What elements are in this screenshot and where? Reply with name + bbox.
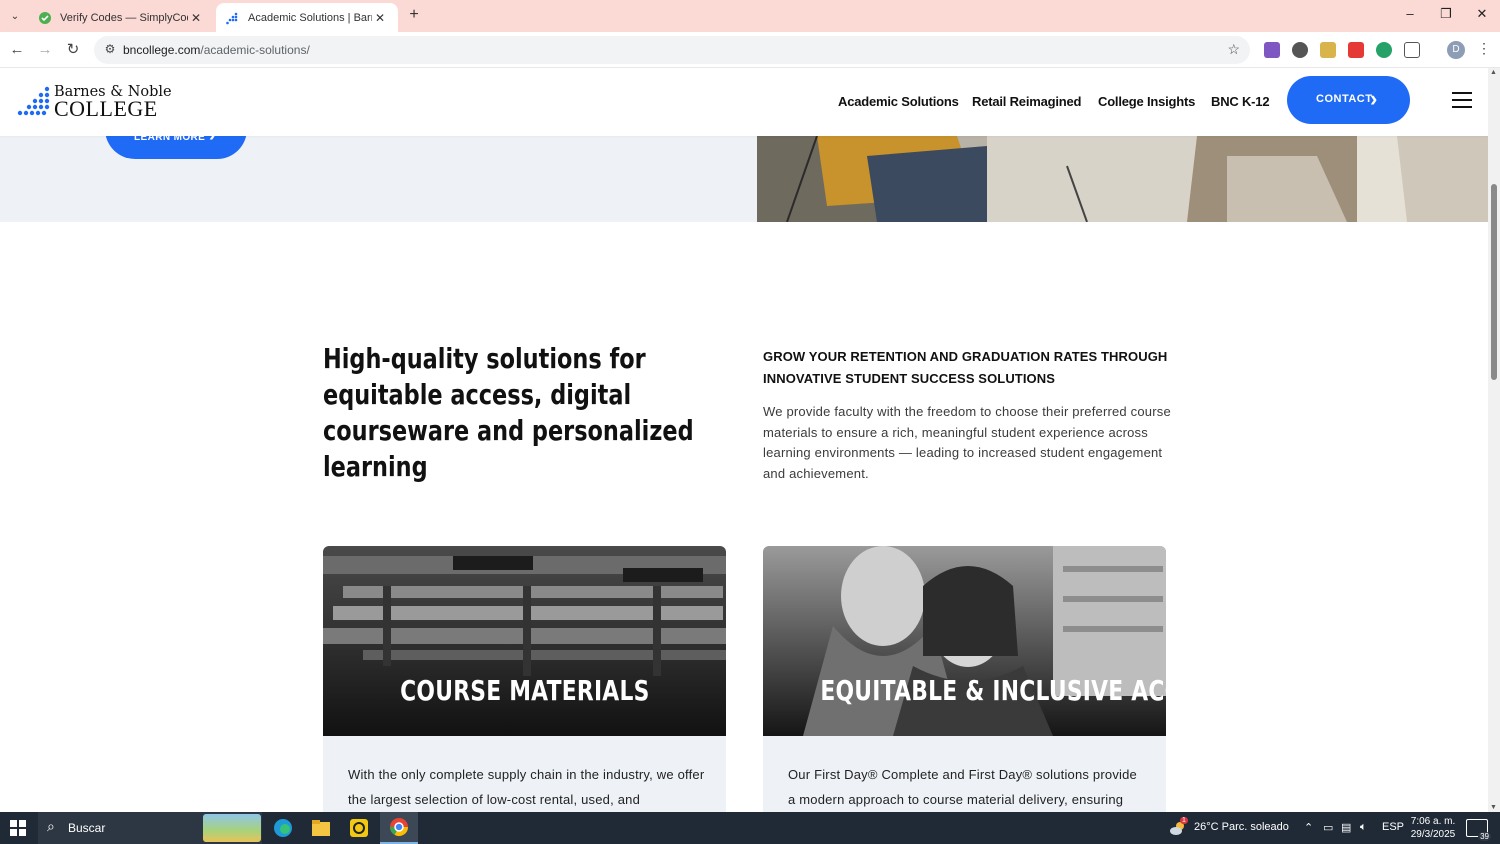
notification-count: 39 [1478, 832, 1491, 841]
simplycodes-favicon-icon [39, 11, 51, 24]
hamburger-menu-icon[interactable] [1452, 92, 1472, 108]
contact-button[interactable]: CONTACT › [1287, 76, 1410, 124]
search-icon: ⌕ [47, 818, 55, 834]
minimize-icon[interactable]: – [1400, 6, 1420, 21]
page-scrollbar[interactable]: ▲ ▼ [1488, 68, 1500, 812]
extension-grammarly-icon[interactable] [1376, 42, 1392, 58]
card-body: Our First Day® Complete and First Day® s… [763, 736, 1166, 812]
site-info-icon[interactable]: ⚙ [102, 42, 118, 58]
extension-printer-icon[interactable] [1292, 42, 1308, 58]
scrollbar-thumb[interactable] [1491, 184, 1497, 380]
search-label: Buscar [68, 821, 106, 835]
extensions-puzzle-icon[interactable] [1404, 42, 1420, 58]
nav-college-insights[interactable]: College Insights [1098, 94, 1195, 109]
card-title: EQUITABLE & INCLUSIVE ACCESS [820, 674, 1166, 707]
edge-icon[interactable] [264, 812, 302, 844]
notification-center-icon[interactable]: 39 [1466, 819, 1491, 841]
tab-title: Verify Codes — SimplyCodes [60, 11, 188, 24]
intro-body: We provide faculty with the freedom to c… [763, 404, 1171, 481]
meet-icon[interactable]: ▭ [1323, 821, 1333, 834]
card-title: COURSE MATERIALS [399, 674, 650, 707]
logo-dots-icon [17, 86, 50, 116]
bnc-logo[interactable]: Barnes & Noble COLLEGE [17, 84, 172, 121]
forward-icon[interactable]: → [35, 40, 55, 60]
card-course-materials[interactable]: COURSE MATERIALS With the only complete … [323, 546, 726, 812]
browser-tab-strip: ⌄ Verify Codes — SimplyCodes ✕ Academic … [0, 0, 1500, 32]
intro-heading: High-quality solutions for equitable acc… [323, 342, 694, 483]
search-highlight-image [203, 814, 261, 842]
language-indicator[interactable]: ESP [1382, 821, 1404, 833]
clock-date: 29/3/2025 [1410, 829, 1456, 840]
tab-title: Academic Solutions | Barnes & [248, 11, 372, 24]
new-tab-icon[interactable]: + [405, 6, 423, 26]
extension-translate-icon[interactable] [1320, 42, 1336, 58]
nav-bnc-k12[interactable]: BNC K-12 [1211, 94, 1270, 109]
tab-close-icon[interactable]: ✕ [372, 10, 388, 26]
back-icon[interactable]: ← [7, 40, 27, 60]
bookstore-shelves-photo [323, 546, 726, 736]
taskbar-clock[interactable]: 7:06 a. m. 29/3/2025 [1408, 815, 1458, 841]
extension-a-icon[interactable] [1264, 42, 1280, 58]
restore-icon[interactable]: ❐ [1436, 6, 1456, 22]
clock-time: 7:06 a. m. [1410, 816, 1456, 827]
taskbar-search[interactable]: ⌕ Buscar [38, 812, 262, 844]
tab-simplycodes[interactable]: Verify Codes — SimplyCodes ✕ [28, 3, 214, 32]
url-text[interactable]: bncollege.com/academic-solutions/ [123, 43, 310, 57]
card-equitable-access[interactable]: EQUITABLE & INCLUSIVE ACCESS Our First D… [763, 546, 1166, 812]
logo-text-line2: COLLEGE [54, 96, 158, 121]
windows-taskbar: ⌕ Buscar 1 26°C Parc. soleado ⌃ ▭ ▤ 🔈︎ E… [0, 812, 1500, 844]
nav-academic-solutions[interactable]: Academic Solutions [838, 94, 959, 109]
close-window-icon[interactable]: ✕ [1472, 6, 1492, 22]
intro-subheading: GROW YOUR RETENTION AND GRADUATION RATES… [763, 349, 1168, 386]
address-bar[interactable]: ⚙ bncollege.com/academic-solutions/ ☆ [94, 36, 1250, 64]
chevron-right-icon: › [1370, 86, 1378, 111]
file-explorer-icon[interactable] [302, 812, 340, 844]
scroll-down-icon[interactable]: ▼ [1490, 804, 1497, 811]
nav-retail-reimagined[interactable]: Retail Reimagined [972, 94, 1081, 109]
app-yellow-icon[interactable] [340, 812, 378, 844]
page-viewport: LEARN MORE › [0, 68, 1488, 812]
tab-close-icon[interactable]: ✕ [188, 10, 204, 26]
network-icon[interactable]: ▤ [1341, 821, 1351, 834]
card-text: Our First Day® Complete and First Day® s… [788, 767, 1137, 807]
card-image: EQUITABLE & INCLUSIVE ACCESS [763, 546, 1166, 736]
url-domain: bncollege.com [123, 43, 201, 57]
profile-avatar[interactable]: D [1447, 41, 1465, 59]
weather-badge: 1 [1180, 817, 1188, 824]
bookmark-star-icon[interactable]: ☆ [1227, 41, 1240, 58]
scroll-up-icon[interactable]: ▲ [1490, 69, 1497, 76]
weather-text[interactable]: 26°C Parc. soleado [1194, 821, 1289, 833]
site-header: Barnes & Noble COLLEGE Academic Solution… [0, 68, 1488, 136]
chevron-up-icon[interactable]: ⌃ [1304, 821, 1313, 834]
browser-toolbar: ← → ↻ ⚙ bncollege.com/academic-solutions… [0, 32, 1500, 68]
tab-academic-solutions[interactable]: Academic Solutions | Barnes & ✕ [216, 3, 398, 32]
students-cafe-photo [757, 136, 1488, 222]
tab-search-icon[interactable]: ⌄ [6, 7, 24, 25]
contact-label: CONTACT [1316, 93, 1373, 105]
extension-youtube-icon[interactable] [1348, 42, 1364, 58]
students-photo [763, 546, 1166, 736]
chrome-icon[interactable] [380, 812, 418, 844]
reload-icon[interactable]: ↻ [63, 40, 83, 60]
volume-icon[interactable]: 🔈︎ [1360, 821, 1367, 834]
card-image: COURSE MATERIALS [323, 546, 726, 736]
card-text: With the only complete supply chain in t… [348, 767, 705, 807]
url-path: /academic-solutions/ [200, 43, 310, 57]
card-body: With the only complete supply chain in t… [323, 736, 726, 812]
hero-image [757, 136, 1488, 222]
windows-start-icon[interactable] [10, 820, 26, 836]
browser-menu-icon[interactable]: ⋮ [1477, 40, 1491, 57]
bnc-favicon-icon [226, 12, 238, 24]
